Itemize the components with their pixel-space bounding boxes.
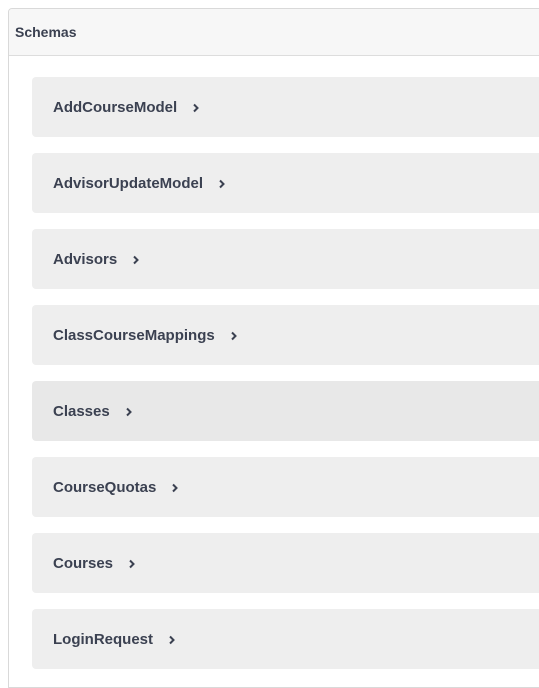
schema-item-classes[interactable]: Classes	[32, 381, 539, 441]
chevron-right-icon	[217, 179, 227, 189]
schemas-panel: Schemas AddCourseModel AdvisorUpdateMode…	[8, 8, 539, 688]
schema-list: AddCourseModel AdvisorUpdateModel Adviso…	[32, 77, 539, 685]
schema-name: LoginRequest	[53, 630, 153, 648]
chevron-right-icon	[131, 255, 141, 265]
schema-name: Advisors	[53, 250, 118, 268]
schema-name: AddCourseModel	[53, 98, 178, 116]
schema-name: Courses	[53, 554, 114, 572]
chevron-right-icon	[127, 559, 137, 569]
chevron-right-icon	[170, 483, 180, 493]
chevron-right-icon	[124, 407, 134, 417]
schemas-header[interactable]: Schemas	[9, 9, 539, 56]
schema-item-advisorupdatemodel[interactable]: AdvisorUpdateModel	[32, 153, 539, 213]
schema-item-advisors[interactable]: Advisors	[32, 229, 539, 289]
schema-name: CourseQuotas	[53, 478, 157, 496]
schema-item-loginrequest[interactable]: LoginRequest	[32, 609, 539, 669]
schema-name: Classes	[53, 402, 110, 420]
schema-item-courses[interactable]: Courses	[32, 533, 539, 593]
schema-item-coursequotas[interactable]: CourseQuotas	[32, 457, 539, 517]
chevron-right-icon	[191, 103, 201, 113]
schema-name: ClassCourseMappings	[53, 326, 215, 344]
schema-name: AdvisorUpdateModel	[53, 174, 204, 192]
schema-item-addcoursemodel[interactable]: AddCourseModel	[32, 77, 539, 137]
chevron-right-icon	[229, 331, 239, 341]
chevron-right-icon	[167, 635, 177, 645]
schema-item-classcoursemappings[interactable]: ClassCourseMappings	[32, 305, 539, 365]
schemas-title: Schemas	[15, 24, 77, 40]
